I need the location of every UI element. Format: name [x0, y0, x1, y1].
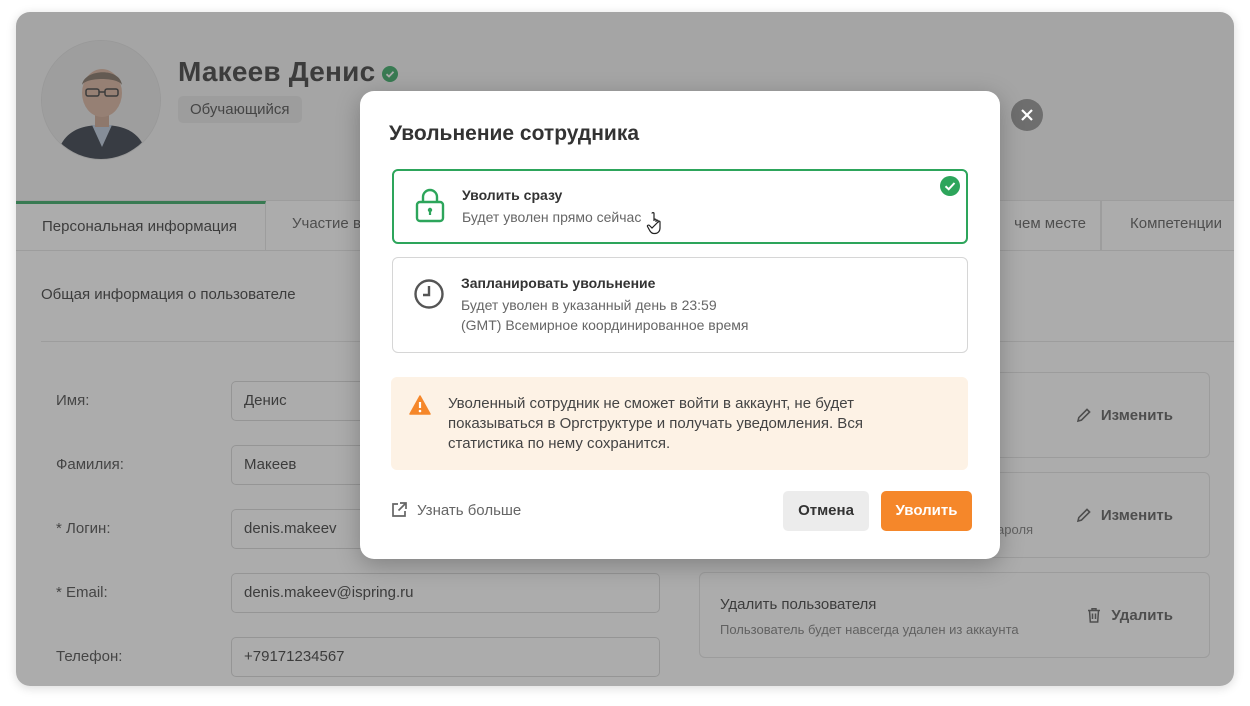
option-now-title: Уволить сразу: [462, 187, 563, 203]
hand-cursor-icon: [646, 212, 661, 235]
lock-icon: [415, 188, 445, 223]
warning-text: Уволенный сотрудник не сможет войти в ак…: [448, 395, 863, 452]
dismiss-employee-modal: Увольнение сотрудника Уволить сразу Буде…: [360, 91, 1000, 559]
warning-icon: [409, 395, 431, 415]
clock-icon: [414, 279, 444, 309]
option-scheduled-desc2: (GMT) Всемирное координированное время: [461, 317, 749, 333]
dismiss-button[interactable]: Уволить: [881, 491, 972, 531]
warning-box: Уволенный сотрудник не сможет войти в ак…: [391, 377, 968, 470]
option-now-desc: Будет уволен прямо сейчас: [462, 209, 642, 225]
close-modal-button[interactable]: [1011, 99, 1043, 131]
external-link-icon: [392, 502, 407, 517]
option-dismiss-now[interactable]: Уволить сразу Будет уволен прямо сейчас: [392, 169, 968, 244]
modal-title: Увольнение сотрудника: [389, 122, 640, 145]
selected-check-icon: [940, 176, 960, 196]
option-scheduled-title: Запланировать увольнение: [461, 275, 656, 291]
learn-more-label: Узнать больше: [417, 501, 522, 519]
learn-more-link[interactable]: Узнать больше: [390, 501, 521, 519]
cancel-button[interactable]: Отмена: [783, 491, 869, 531]
close-icon: [1021, 109, 1033, 121]
option-schedule-dismissal[interactable]: Запланировать увольнение Будет уволен в …: [392, 257, 968, 353]
option-scheduled-desc1: Будет уволен в указанный день в 23:59: [461, 297, 717, 313]
